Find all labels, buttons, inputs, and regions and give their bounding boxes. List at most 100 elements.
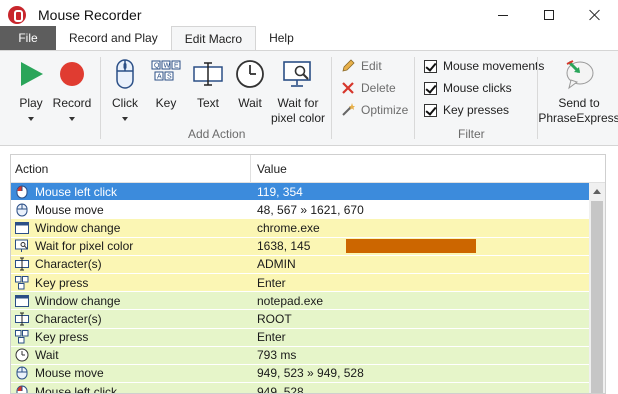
value-cell: 793 ms — [251, 347, 296, 364]
value-cell: notepad.exe — [251, 292, 323, 309]
table-row[interactable]: Mouse left click 949, 528 — [11, 383, 591, 394]
ribbon-separator — [537, 57, 538, 139]
table-row[interactable]: Key press Enter — [11, 328, 591, 347]
ribbon-tabs: File Record and Play Edit Macro Help — [0, 26, 618, 50]
action-cell: Window change — [11, 219, 251, 236]
phraseexpress-icon — [563, 57, 595, 91]
vertical-scrollbar[interactable] — [589, 183, 605, 393]
wait-button[interactable]: Wait — [234, 57, 266, 111]
send-to-phraseexpress-button[interactable]: Send to PhraseExpress — [538, 57, 618, 126]
value-cell: ADMIN — [251, 256, 296, 273]
value-text: ADMIN — [257, 257, 296, 272]
keyboard-keys-icon — [15, 330, 29, 344]
mouse-movements-checkbox[interactable]: Mouse movements — [424, 56, 544, 76]
tab-record-and-play[interactable]: Record and Play — [56, 26, 171, 50]
text-button[interactable]: Text — [192, 57, 224, 111]
action-text: Key press — [35, 330, 89, 345]
action-text: Mouse move — [35, 366, 104, 381]
grid-rows: Mouse left click 119, 354 Mouse move 48, 56… — [11, 183, 591, 394]
mouse-recorder-app-icon — [8, 6, 26, 24]
tab-help[interactable]: Help — [256, 26, 307, 50]
tab-file[interactable]: File — [0, 26, 56, 50]
action-text: Window change — [35, 220, 121, 235]
mouse-click-icon — [15, 385, 29, 393]
wait-label: Wait — [238, 96, 262, 110]
svg-text:S: S — [167, 74, 172, 81]
play-button[interactable]: Play — [16, 57, 46, 121]
record-icon — [58, 57, 86, 91]
mouse-clicks-label: Mouse clicks — [443, 81, 512, 95]
action-cell: Wait for pixel color — [11, 238, 251, 255]
mouse-click-icon — [15, 185, 29, 199]
table-row[interactable]: Character(s) ROOT — [11, 310, 591, 329]
action-text: Mouse move — [35, 202, 104, 217]
key-button[interactable]: Q W E A S Key — [150, 57, 182, 111]
wait-for-pixel-color-button[interactable]: Wait for pixel color — [270, 57, 326, 126]
text-label: Text — [196, 96, 219, 110]
value-text: chrome.exe — [257, 220, 320, 235]
click-dropdown-icon[interactable] — [122, 117, 128, 121]
svg-text:A: A — [157, 74, 162, 81]
edit-button[interactable]: Edit — [340, 56, 382, 76]
tab-edit-macro[interactable]: Edit Macro — [170, 26, 257, 50]
action-text: Wait for pixel color — [35, 239, 134, 254]
action-cell: Key press — [11, 274, 251, 291]
table-row[interactable]: Mouse move 949, 523 » 949, 528 — [11, 364, 591, 384]
maximize-icon — [544, 10, 554, 20]
play-dropdown-icon[interactable] — [28, 117, 34, 121]
ribbon-panel: Play Record Click Q W E A S Key Text Wai… — [0, 50, 618, 146]
record-dropdown-icon[interactable] — [69, 117, 75, 121]
optimize-label: Optimize — [361, 103, 409, 117]
key-presses-label: Key presses — [443, 103, 510, 117]
action-cell: Character(s) — [11, 310, 251, 327]
action-cell: Window change — [11, 292, 251, 309]
key-presses-checkbox[interactable]: Key presses — [424, 100, 509, 120]
scroll-thumb[interactable] — [591, 201, 603, 393]
action-cell: Key press — [11, 329, 251, 346]
action-text: Wait — [35, 348, 59, 363]
value-text: Enter — [257, 330, 286, 345]
value-text: 949, 528 — [257, 384, 304, 394]
table-row[interactable]: Key press Enter — [11, 273, 591, 293]
scroll-up-arrow-icon[interactable] — [589, 183, 605, 199]
value-text: ROOT — [257, 311, 292, 326]
value-cell: ROOT — [251, 310, 292, 327]
column-header-action[interactable]: Action — [11, 155, 251, 182]
mouse-clicks-checkbox[interactable]: Mouse clicks — [424, 78, 512, 98]
action-cell: Mouse left click — [11, 183, 251, 200]
table-row[interactable]: Wait 793 ms — [11, 346, 591, 365]
play-label: Play — [19, 96, 43, 110]
send-label-line2: PhraseExpress — [538, 111, 618, 125]
add-action-group-label: Add Action — [188, 127, 246, 141]
table-row[interactable]: Mouse move 48, 567 » 1621, 670 — [11, 201, 591, 220]
action-cell: Mouse left click — [11, 383, 251, 394]
macro-grid: Action Value Mouse left click 119, 354 Mou… — [10, 154, 606, 394]
mouse-icon — [15, 203, 29, 217]
keyboard-keys-icon — [15, 275, 29, 290]
ribbon-separator — [100, 57, 101, 139]
svg-text:E: E — [174, 63, 179, 70]
action-cell: Mouse move — [11, 201, 251, 218]
mouse-icon — [15, 366, 29, 380]
click-button[interactable]: Click — [110, 57, 140, 121]
delete-button[interactable]: Delete — [340, 78, 396, 98]
table-row[interactable]: Mouse left click 119, 354 — [11, 183, 591, 202]
action-cell: Mouse move — [11, 365, 251, 382]
optimize-button[interactable]: Optimize — [340, 100, 408, 120]
delete-label: Delete — [361, 81, 396, 95]
table-row[interactable]: Character(s) ADMIN — [11, 255, 591, 274]
record-label: Record — [52, 96, 92, 110]
table-row[interactable]: Window change chrome.exe — [11, 219, 591, 238]
red-x-icon — [340, 80, 356, 96]
action-text: Character(s) — [35, 311, 102, 326]
clock-icon — [235, 57, 265, 91]
monitor-search-icon — [282, 57, 314, 91]
action-text: Mouse left click — [35, 384, 118, 394]
table-row[interactable]: Wait for pixel color 1638, 145 — [11, 237, 591, 256]
record-button[interactable]: Record — [52, 57, 92, 121]
text-cursor-icon — [15, 257, 29, 271]
key-label: Key — [155, 96, 177, 110]
svg-text:Q: Q — [154, 63, 160, 70]
column-header-value[interactable]: Value — [251, 162, 287, 176]
table-row[interactable]: Window change notepad.exe — [11, 292, 591, 311]
